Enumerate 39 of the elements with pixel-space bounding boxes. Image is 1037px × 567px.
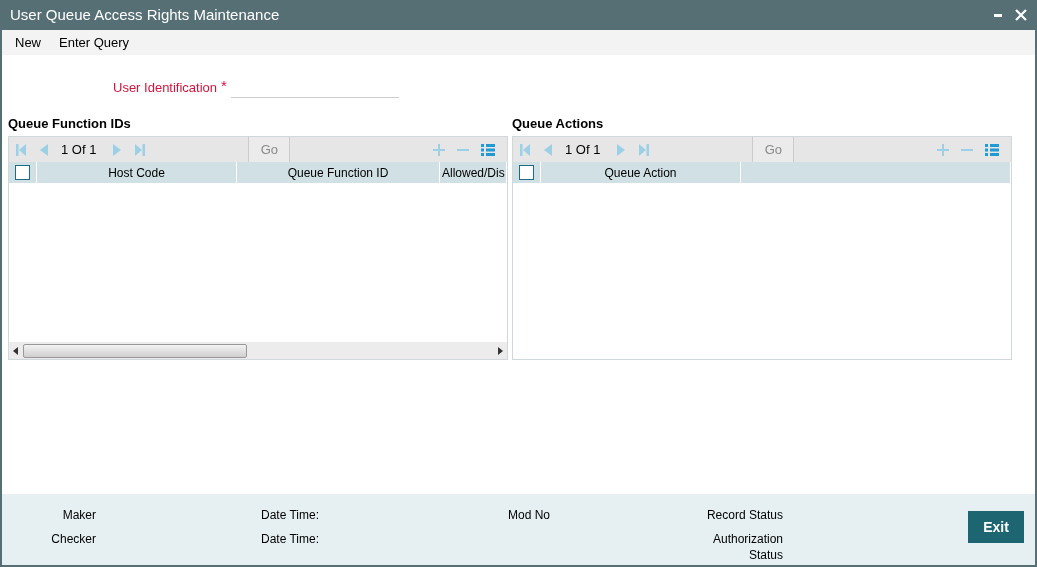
column-header: Queue Action <box>541 162 741 183</box>
next-page-icon[interactable] <box>616 142 627 157</box>
previous-page-icon[interactable] <box>39 142 49 157</box>
list-icon[interactable] <box>985 143 999 156</box>
last-page-icon[interactable] <box>134 142 147 157</box>
select-all-checkbox[interactable] <box>519 165 534 180</box>
column-header: Host Code <box>37 162 237 183</box>
column-header: Allowed/Dis <box>440 162 507 183</box>
horizontal-scrollbar[interactable] <box>9 342 507 359</box>
menu-item[interactable]: Enter Query <box>52 32 137 53</box>
first-page-icon[interactable] <box>15 142 27 157</box>
section-title: Queue Function IDs <box>8 114 131 133</box>
next-page-icon[interactable] <box>112 142 123 157</box>
footer-label: Mod No <box>508 507 552 524</box>
window-title: User Queue Access Rights Maintenance <box>10 4 281 25</box>
field-label: User Identification <box>113 79 218 97</box>
scroll-left-icon[interactable] <box>13 346 19 355</box>
select-all-checkbox[interactable] <box>15 165 30 180</box>
list-icon[interactable] <box>481 143 495 156</box>
menu-item[interactable]: New <box>8 32 48 53</box>
section-title: Queue Actions <box>512 114 604 133</box>
required-marker: * <box>221 76 227 96</box>
scroll-right-icon[interactable] <box>497 346 503 355</box>
footer-label: Maker <box>61 507 96 524</box>
footer-label: Record Status <box>705 507 783 524</box>
page-indicator: 1 Of 1 <box>565 140 601 159</box>
add-icon[interactable] <box>937 143 949 156</box>
exit-button[interactable]: Exit <box>968 511 1024 543</box>
footer-label: Date Time: <box>261 507 321 524</box>
page-indicator: 1 Of 1 <box>61 140 97 159</box>
first-page-icon[interactable] <box>519 142 531 157</box>
footer-label: Checker <box>50 531 96 548</box>
column-header: Queue Function ID <box>237 162 440 183</box>
add-icon[interactable] <box>433 143 445 156</box>
close-icon[interactable] <box>1015 9 1027 21</box>
footer-label: Authorization Status <box>711 531 783 564</box>
previous-page-icon[interactable] <box>543 142 553 157</box>
footer-label: Date Time: <box>261 531 321 548</box>
last-page-icon[interactable] <box>638 142 651 157</box>
